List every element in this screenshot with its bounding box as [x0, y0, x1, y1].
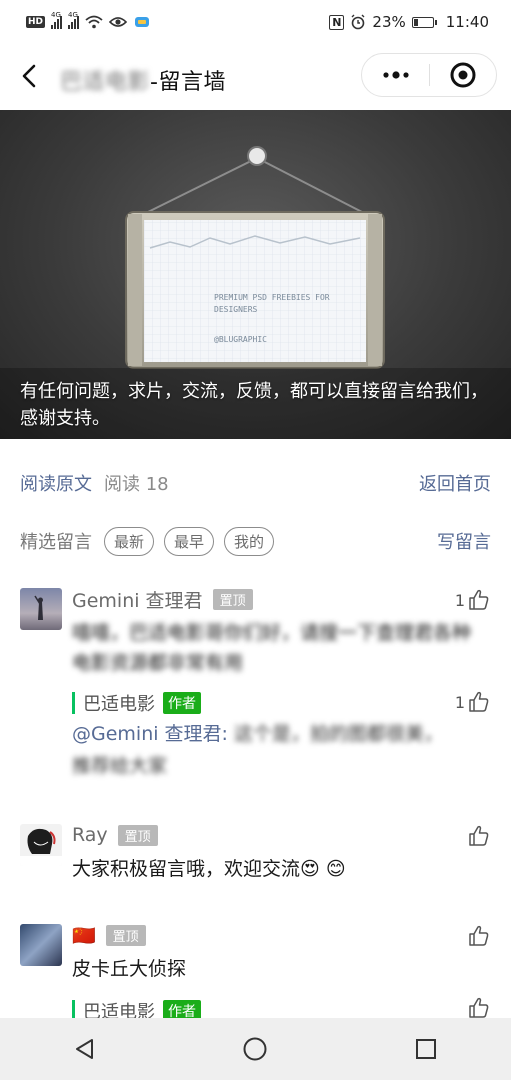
wifi-icon [85, 15, 103, 29]
reply-text: @Gemini 查理君: 这个是，拍的图都很美，推荐给大家 [72, 718, 452, 782]
thumbs-up-icon [469, 691, 489, 712]
triangle-back-icon [76, 1039, 94, 1059]
target-close-icon [450, 62, 476, 88]
hd-badge: HD [26, 16, 46, 28]
filter-earliest[interactable]: 最早 [164, 526, 215, 556]
reply-mention[interactable]: @Gemini 查理君: [72, 723, 228, 745]
avatar[interactable] [20, 824, 62, 866]
status-right: N 23% 11:40 [329, 13, 489, 31]
like-button[interactable] [467, 924, 491, 948]
page-title-suffix: -留言墙 [150, 70, 226, 95]
reply-like-button[interactable]: 1 [455, 690, 491, 714]
featured-comments-header: 精选留言 最新 最早 我的 写留言 [20, 524, 491, 558]
system-home-button[interactable] [225, 1027, 285, 1071]
page-title: 巴适电影-留言墙 [60, 64, 226, 96]
clock: 11:40 [445, 13, 489, 31]
system-navigation-bar [0, 1018, 511, 1080]
like-button[interactable]: 1 [455, 588, 491, 612]
navigation-bar: 巴适电影-留言墙 [0, 44, 511, 110]
thumbs-up-icon [469, 589, 489, 610]
sign-line-1: PREMIUM PSD FREEBIES FOR [214, 293, 330, 302]
status-bar: HD 4G 4G N 23% 11:40 [0, 0, 511, 44]
nfc-icon: N [329, 14, 345, 30]
avatar[interactable] [20, 588, 62, 630]
cover-image: PREMIUM PSD FREEBIES FOR DESIGNERS @BLUG… [0, 110, 511, 439]
pinned-badge: 置顶 [105, 925, 146, 946]
battery-icon [411, 16, 437, 28]
circle-home-icon [243, 1037, 267, 1061]
sign-line-3: @BLUGRAPHIC [214, 335, 267, 344]
signal-icon: 4G [68, 11, 80, 29]
system-recents-button[interactable] [396, 1027, 456, 1071]
read-original-link[interactable]: 阅读原文 [20, 470, 92, 496]
alarm-icon [351, 14, 365, 30]
close-mini-program-button[interactable] [430, 53, 496, 97]
read-count: 阅读 18 [104, 474, 169, 495]
thumbs-up-icon [469, 925, 489, 946]
sign-line-2: DESIGNERS [214, 305, 258, 314]
square-recents-icon [415, 1039, 436, 1059]
commenter-name: 🇨🇳 置顶 [72, 924, 146, 947]
like-button[interactable] [467, 824, 491, 848]
comment-item: Gemini 查理君 置顶 1 嘻嘻，巴适电影哥你们好，请搜一下查理君各种电影资… [0, 586, 511, 806]
thumbs-up-icon [469, 825, 489, 846]
comment-item: Ray 置顶 大家积极留言哦，欢迎交流😍 😊 [0, 822, 511, 902]
comment-text: 嘻嘻，巴适电影哥你们好，请搜一下查理君各种电影资源都非常有用 [72, 622, 472, 674]
write-comment-link[interactable]: 写留言 [437, 528, 491, 554]
more-dots-icon [382, 71, 409, 79]
page-title-account: 巴适电影 [60, 70, 151, 95]
status-left: HD 4G 4G [26, 11, 151, 29]
pinned-badge: 置顶 [212, 589, 253, 610]
reply-author: 巴适电影 [83, 694, 155, 715]
filter-mine[interactable]: 我的 [224, 526, 275, 556]
thumbs-up-icon [469, 997, 489, 1018]
filter-latest[interactable]: 最新 [104, 526, 155, 556]
back-arrow-icon[interactable] [16, 62, 44, 90]
cover-caption: 有任何问题，求片，交流，反馈，都可以直接留言给我们，感谢支持。 [20, 381, 488, 429]
battery-percent: 23% [372, 13, 406, 31]
commenter-name-text: Gemini 查理君 [72, 590, 203, 612]
author-reply-header: 巴适电影 作者 [72, 692, 201, 715]
reply-like-button[interactable] [467, 996, 491, 1020]
comment-text: 皮卡丘大侦探 [72, 958, 187, 980]
comment-item: 🇨🇳 置顶 皮卡丘大侦探 巴适电影 作者 [0, 922, 511, 1023]
author-badge: 作者 [163, 692, 201, 714]
comment-text: 大家积极留言哦，欢迎交流😍 😊 [72, 858, 346, 880]
commenter-name: Gemini 查理君 置顶 [72, 586, 253, 613]
pinned-badge: 置顶 [117, 824, 158, 846]
commenter-name: Ray 置顶 [72, 824, 158, 846]
avatar[interactable] [20, 924, 62, 966]
back-home-link[interactable]: 返回首页 [419, 470, 491, 496]
commenter-name-text: 🇨🇳 [72, 925, 96, 947]
mini-program-capsule [361, 53, 497, 97]
commenter-name-text: Ray [72, 824, 108, 846]
featured-label: 精选留言 [20, 532, 92, 553]
app-notification-icon [135, 17, 150, 27]
signal-icon: 4G [51, 11, 63, 29]
system-back-button[interactable] [55, 1027, 115, 1071]
article-meta-row: 阅读原文 阅读 18 返回首页 [20, 466, 491, 500]
eye-icon [109, 17, 128, 27]
like-count: 1 [454, 590, 465, 610]
more-button[interactable] [362, 53, 429, 97]
reply-like-count: 1 [454, 692, 465, 712]
